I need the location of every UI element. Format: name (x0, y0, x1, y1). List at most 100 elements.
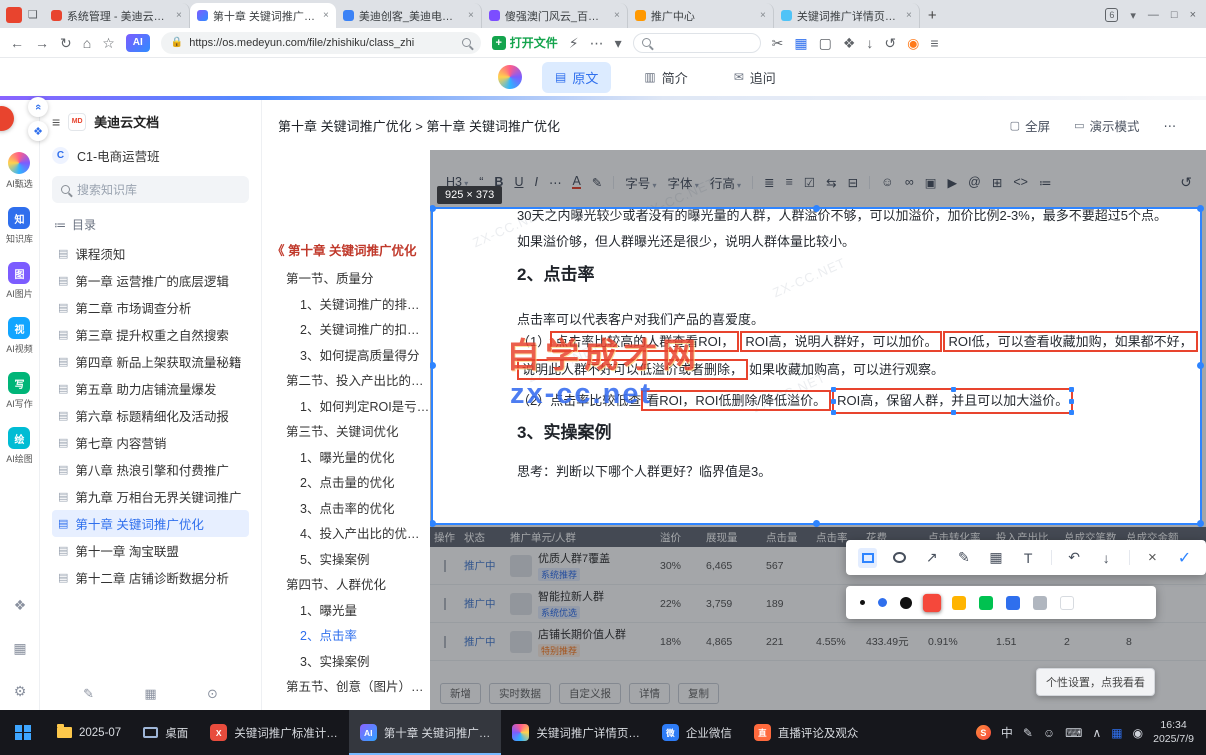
screenshot-icon[interactable]: ▢ (819, 36, 832, 50)
brush-size-medium[interactable] (878, 598, 887, 607)
sidebar-item[interactable]: ▤ 第八章 热浪引擎和付费推广 (52, 456, 249, 483)
power-icon[interactable]: ⊙ (207, 686, 218, 702)
tab-summary[interactable]: ▥ 简介 (631, 62, 700, 93)
sidebar-item[interactable]: ▤ 第六章 标题精细化及活动报 (52, 402, 249, 429)
brush-size-large[interactable] (900, 596, 912, 609)
undo-button[interactable]: ↺ (1180, 174, 1192, 191)
new-tab-button[interactable]: + (928, 7, 937, 24)
toc-item[interactable]: 第一节、质量分 (272, 267, 430, 293)
sidebar-item-selected[interactable]: ▤ 第十章 关键词推广优化 (52, 510, 249, 537)
sidebar-item[interactable]: ▤ 第二章 市场调查分析 (52, 294, 249, 321)
browser-logo[interactable] (6, 7, 22, 23)
sidebar-item-ai-select[interactable]: AI甄选 (6, 152, 33, 190)
lightning-icon[interactable]: ⚡ (569, 36, 579, 50)
taskbar-app[interactable]: X 关键词推广标准计… (199, 710, 349, 755)
workspace-selector[interactable]: C C1-电商运营班 (52, 146, 249, 165)
quick-search-input[interactable] (656, 36, 747, 49)
toc-item[interactable]: 2、关键词推广的扣费公式 (272, 318, 430, 344)
volume-icon[interactable]: ◉ (1133, 726, 1143, 740)
sidebar-item[interactable]: ▤ 第七章 内容营销 (52, 429, 249, 456)
toc-item[interactable]: 3、如何提高质量得分 (272, 344, 430, 370)
tab-list-chevron-icon[interactable]: ▾ (1130, 9, 1136, 22)
toc-item[interactable]: 第四节、人群优化 (272, 573, 430, 599)
tab-close-icon[interactable]: × (614, 10, 620, 21)
color-swatch-yellow[interactable] (952, 595, 966, 610)
bookmark-star-icon[interactable]: ☆ (102, 36, 115, 50)
language-indicator[interactable]: 中 (1001, 724, 1013, 741)
chevron-down-icon[interactable]: ▾ (615, 36, 622, 50)
address-bar[interactable]: 🔒 https://os.medeyun.com/file/zhishiku/c… (160, 31, 481, 54)
undo-button[interactable]: ↶ (1065, 548, 1084, 568)
realtime-data-button[interactable]: 实时数据 (489, 683, 551, 704)
video-button[interactable]: ▶ (948, 175, 958, 190)
window-minimize-button[interactable]: — (1148, 9, 1159, 21)
sidebar-item-ai-video[interactable]: 视 AI视频 (6, 317, 33, 355)
color-swatch-blue[interactable] (1006, 595, 1020, 610)
taskbar-item-desktop[interactable]: 桌面 (132, 710, 199, 755)
unordered-list-button[interactable]: ≡ (786, 175, 793, 189)
fullscreen-button[interactable]: ▢ 全屏 (1010, 116, 1050, 135)
annotation-rect[interactable]: ROI低，可以查看收藏加购，如果都不好， (943, 331, 1198, 352)
confirm-button[interactable]: ✓ (1175, 548, 1194, 568)
annotation-rect[interactable]: ROI高，说明人群好，可以加价。 (740, 331, 943, 352)
pin-button[interactable]: ❖ (28, 121, 48, 141)
ellipse-tool-button[interactable] (890, 548, 909, 568)
hamburger-menu-icon[interactable]: ≡ (52, 114, 60, 130)
custom-report-button[interactable]: 自定义报 (559, 683, 621, 704)
sidebar-item[interactable]: ▤ 第三章 提升权重之自然搜索 (52, 321, 249, 348)
toc-item[interactable]: 1、如何判定ROI是亏是赚 (272, 395, 430, 421)
knowledge-search-input[interactable] (77, 182, 227, 197)
annotation-rect-selected[interactable]: ROI高，保留人群，并且可以加大溢价。 (831, 387, 1075, 415)
edit-icon[interactable]: ✎ (83, 686, 94, 702)
more-formats-button[interactable]: ⋯ (549, 175, 562, 190)
browser-tab[interactable]: 推广中心 × (628, 3, 774, 28)
back-button[interactable]: ← (10, 36, 24, 50)
row-checkbox[interactable] (444, 559, 446, 572)
table-row[interactable]: 推广中 店铺长期价值人群 特别推荐 18% 4,865 221 4.55% 433.4… (430, 623, 1206, 661)
browser-tab[interactable]: 美迪创客_美迪电商_美… × (336, 3, 482, 28)
row-checkbox[interactable] (444, 597, 446, 610)
sidebar-item[interactable]: ▤ 第一章 运营推广的底层逻辑 (52, 267, 249, 294)
color-swatch-red[interactable] (922, 593, 942, 612)
mention-button[interactable]: @ (968, 175, 981, 189)
forward-button[interactable]: → (35, 36, 49, 50)
sidebar-item-knowledge[interactable]: 知 知识库 (6, 207, 33, 245)
toc-item[interactable]: 2、点击量的优化 (272, 471, 430, 497)
back-to-top-button[interactable]: « (28, 97, 48, 117)
more-actions-icon[interactable]: ⋯ (590, 36, 604, 50)
toc-title[interactable]: 《 第十章 关键词推广优化 (272, 240, 430, 259)
menu-icon[interactable]: ≡ (930, 36, 938, 50)
taskbar-item-folder[interactable]: 2025-07 (46, 710, 132, 755)
taskbar-clock[interactable]: 16:34 2025/7/9 (1153, 719, 1194, 746)
sidebar-item[interactable]: ▤ 课程须知 (52, 240, 249, 267)
pen-icon[interactable]: ✎ (1023, 726, 1033, 740)
breadcrumb[interactable]: 第十章 关键词推广优化 > 第十章 关键词推广优化 (278, 116, 560, 135)
app-grid-icon[interactable]: ▦ (1111, 726, 1122, 740)
tab-ask[interactable]: ✉ 追问 (721, 62, 789, 93)
sogou-input-icon[interactable]: S (975, 725, 991, 740)
taskbar-app[interactable]: 关键词推广详情页… (501, 710, 651, 755)
tab-close-icon[interactable]: × (906, 10, 912, 21)
search-icon[interactable] (461, 38, 471, 47)
tab-close-icon[interactable]: × (468, 10, 474, 21)
quick-search-box[interactable] (632, 32, 761, 53)
knowledge-search-box[interactable] (52, 176, 249, 203)
sidebar-item-ai-write[interactable]: 写 AI写作 (6, 372, 33, 410)
copy-button[interactable]: 复制 (678, 683, 719, 704)
tray-expand-icon[interactable]: ∧ (1093, 726, 1102, 740)
text-tool-button[interactable]: T (1019, 548, 1038, 568)
sidebar-item-ai-image[interactable]: 图 AI图片 (6, 262, 33, 300)
workspace-panel-icon[interactable]: ❏ (28, 8, 38, 21)
history-icon[interactable]: ↺ (884, 36, 896, 50)
underline-button[interactable]: U (514, 175, 523, 189)
rectangle-tool-button[interactable] (858, 547, 878, 568)
extensions-icon[interactable]: ❖ (14, 597, 27, 614)
open-file-button[interactable]: + 打开文件 (491, 34, 558, 51)
home-button[interactable]: ⌂ (83, 36, 91, 50)
browser-tab[interactable]: 关键词推广详情页_万相… × (774, 3, 920, 28)
details-button[interactable]: 详情 (629, 683, 670, 704)
more-tools-button[interactable]: ≔ (1039, 175, 1052, 190)
toc-item[interactable]: 5、实操案例 (272, 548, 430, 574)
link-button[interactable]: ∞ (905, 175, 914, 189)
arrow-tool-button[interactable]: ↗ (922, 548, 941, 568)
